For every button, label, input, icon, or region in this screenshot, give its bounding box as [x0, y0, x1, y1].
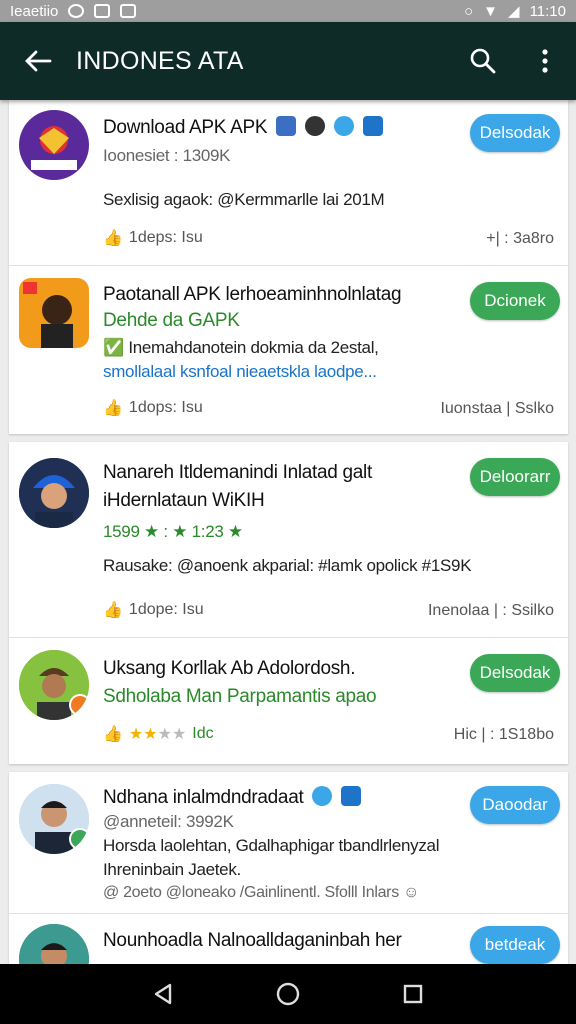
item-link[interactable]: smollalaal ksnfoal nieaetskla laodpe...	[103, 362, 377, 382]
item-description: Sexlisig agaok: @Kermmarlle lai 201M	[103, 190, 385, 209]
circle-home-icon	[276, 982, 300, 1006]
signal-icon: ◢	[508, 3, 520, 20]
download-button[interactable]: Daoodar	[470, 786, 560, 824]
system-nav-bar	[0, 964, 576, 1024]
ball-icon	[305, 116, 326, 136]
nav-back-button[interactable]	[143, 974, 183, 1014]
mail-icon	[94, 4, 111, 18]
item-description: ✅ Inemahdanotein dokmia da 2estal,	[103, 338, 379, 357]
item-title: Ndhana inlalmdndradaat	[103, 786, 362, 809]
item-subtitle: Dehde da GAPK	[103, 310, 240, 331]
search-button[interactable]	[452, 22, 514, 100]
item-stats: Iuonstaa | Sslko	[440, 400, 554, 417]
status-time: 11:10	[529, 2, 566, 20]
emoji-icon: ☺	[403, 884, 420, 901]
like-count: 1dops: Isu	[128, 399, 203, 416]
item-title-line2: Sdholaba Man Parpamantis apao	[103, 686, 377, 707]
flag-icon	[276, 116, 297, 136]
like-row[interactable]: 👍 1deps: Isu	[103, 228, 203, 248]
item-title: Paotanall APK lerhoeaminhnolnlatag	[103, 284, 402, 305]
item-stats: Inenolaa | : Ssilko	[427, 602, 554, 619]
verified-badge-icon	[69, 828, 89, 850]
app-badge-icon	[363, 116, 384, 136]
app-avatar	[19, 278, 89, 348]
search-icon	[470, 48, 496, 74]
back-arrow-icon	[25, 50, 52, 72]
more-vert-icon	[542, 49, 548, 73]
list-item[interactable]: Download APK APK Ioonesiet : 1309K Sexli…	[9, 100, 568, 266]
list-item[interactable]: Ndhana inlalmdndradaat @anneteil: 3992K …	[9, 772, 568, 914]
item-description: Rausake: @anoenk akparial: #lamk opolick…	[103, 556, 472, 575]
back-button[interactable]	[0, 22, 76, 100]
nav-home-button[interactable]	[268, 974, 308, 1014]
item-title: Uksang Korllak Ab Adolordosh.	[103, 658, 356, 679]
verified-badge-icon	[69, 694, 89, 716]
location-icon: ○	[464, 2, 474, 20]
notification-icon	[68, 4, 85, 18]
triangle-back-icon	[154, 983, 171, 1005]
item-rating: 1599 ★ : ★ 1:23 ★	[103, 522, 243, 541]
result-card: Nanareh Itldemanindi Inlatad galt iHdern…	[9, 442, 568, 764]
thumbs-up-icon: 👍	[103, 230, 123, 247]
like-count: 1dope: Isu	[128, 601, 204, 618]
wifi-icon: ▼	[483, 2, 499, 20]
item-title-line2: iHdernlataun WiKIH	[103, 490, 265, 511]
item-title: Nounhoadla Nalnoalldaganinbah her	[103, 930, 402, 951]
checkbox-icon: ✅	[103, 338, 124, 357]
list-item[interactable]: Nounhoadla Nalnoalldaganinbah her betdea…	[9, 914, 568, 964]
list-item[interactable]: Paotanall APK lerhoeaminhnolnlatag Dehde…	[9, 266, 568, 434]
image-icon	[120, 4, 137, 18]
bird-icon	[312, 786, 333, 806]
user-avatar	[19, 784, 89, 854]
download-button[interactable]: Delsodak	[470, 114, 560, 152]
item-description: Horsda laolehtan, Gdalhaphigar tbandlrle…	[103, 836, 440, 855]
item-stats: +| : 3a8ro	[486, 230, 554, 247]
result-card: Ndhana inlalmdndradaat @anneteil: 3992K …	[9, 772, 568, 964]
result-card: Download APK APK Ioonesiet : 1309K Sexli…	[9, 100, 568, 434]
list-item[interactable]: Uksang Korllak Ab Adolordosh. Sdholaba M…	[9, 638, 568, 764]
user-avatar	[19, 650, 89, 720]
item-title: Download APK APK	[103, 116, 384, 139]
list-item[interactable]: Nanareh Itldemanindi Inlatad galt iHdern…	[9, 442, 568, 638]
more-options-button[interactable]	[514, 22, 576, 100]
app-badge-icon	[341, 786, 362, 806]
rating-stars: ★★★★	[128, 726, 187, 743]
item-description-line2: Ihreninbain Jaetek.	[103, 860, 241, 879]
nav-recents-button[interactable]	[393, 974, 433, 1014]
item-stats: Hic | : 1S18bo	[453, 726, 554, 743]
thumbs-up-icon: 👍	[103, 400, 123, 417]
like-row[interactable]: 👍 1dops: Isu	[103, 398, 203, 418]
download-button[interactable]: Dcionek	[470, 282, 560, 320]
page-title: INDONES ATA	[76, 46, 244, 75]
rating-row: 👍 ★★★★ Idc	[103, 724, 214, 744]
status-bar: Ieaetiio ○ ▼ ◢ 11:10	[0, 0, 576, 22]
download-button[interactable]: Delsodak	[470, 654, 560, 692]
status-text: Ieaetiio	[10, 2, 59, 20]
thumbs-up-icon: 👍	[103, 602, 123, 619]
item-subtitle: Ioonesiet : 1309K	[103, 146, 231, 165]
bird-icon	[334, 116, 355, 136]
results-feed[interactable]: Download APK APK Ioonesiet : 1309K Sexli…	[0, 100, 576, 964]
download-button[interactable]: betdeak	[470, 926, 560, 964]
thumbs-up-icon: 👍	[103, 726, 123, 743]
square-recents-icon	[404, 984, 423, 1004]
like-count: 1deps: Isu	[128, 229, 203, 246]
item-title: Nanareh Itldemanindi Inlatad galt	[103, 462, 372, 483]
like-row[interactable]: 👍 1dope: Isu	[103, 600, 204, 620]
user-avatar	[19, 458, 89, 528]
item-subtitle: @anneteil: 3992K	[103, 812, 234, 831]
download-button[interactable]: Deloorarr	[470, 458, 560, 496]
app-bar: INDONES ATA	[0, 22, 576, 100]
app-avatar	[19, 110, 89, 180]
user-avatar	[19, 924, 89, 964]
rating-text: Idc	[192, 725, 214, 742]
item-footer: @ 2oeto @loneako /Gainlinentl. Sfolll In…	[103, 884, 420, 901]
